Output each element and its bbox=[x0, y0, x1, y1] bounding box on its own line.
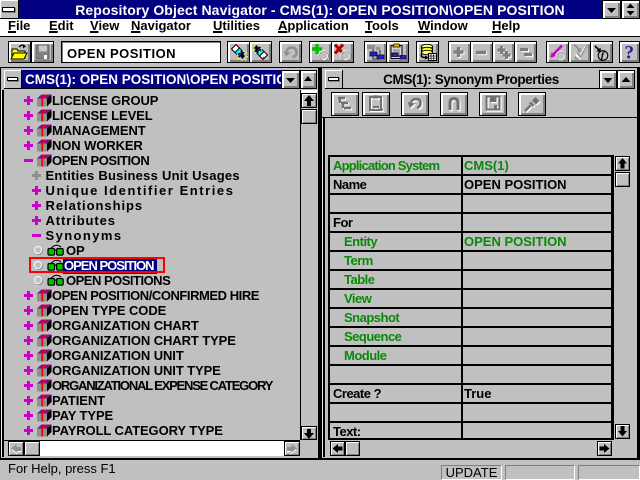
svg-text:?: ? bbox=[625, 43, 635, 61]
